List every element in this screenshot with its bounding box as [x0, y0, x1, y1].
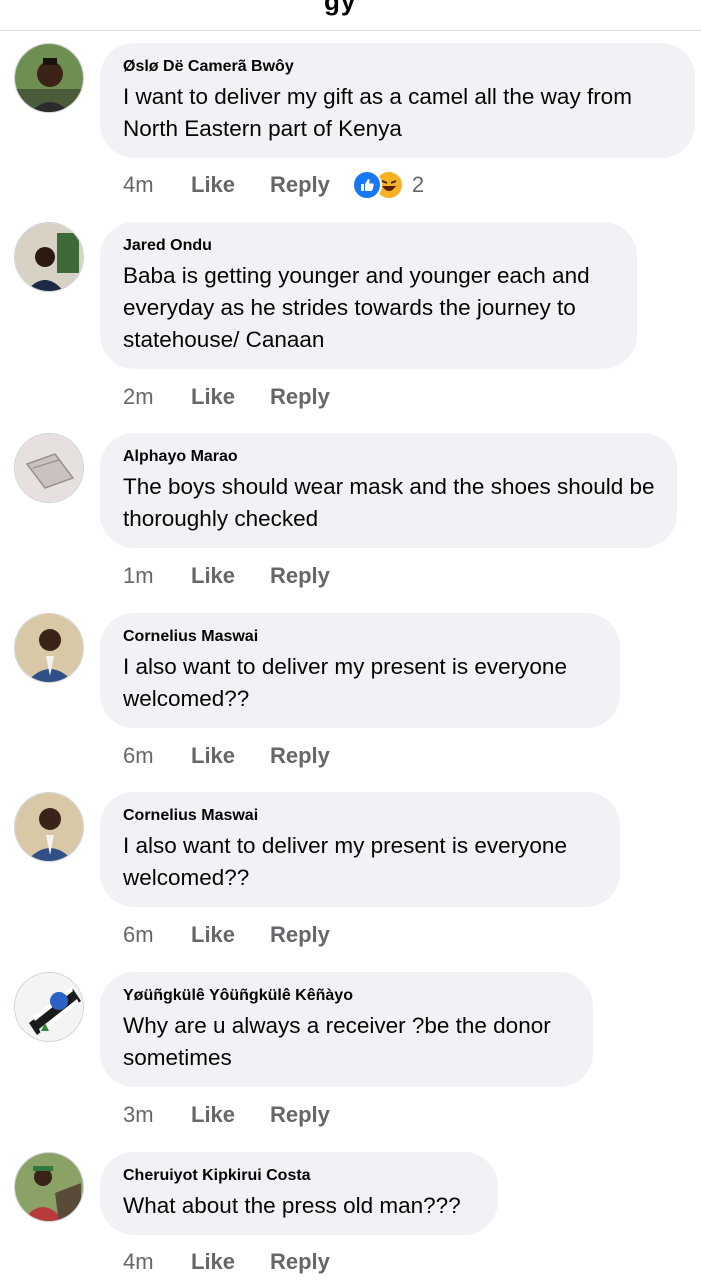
comment-author[interactable]: Cornelius Maswai	[123, 627, 598, 647]
comment-author[interactable]: Alphayo Marao	[123, 447, 655, 467]
comment-author[interactable]: Jared Ondu	[123, 236, 615, 256]
comment-time[interactable]: 2m	[123, 384, 191, 410]
comment-text: The boys should wear mask and the shoes …	[123, 474, 655, 531]
reaction-count: 2	[411, 172, 425, 197]
comment-text: Why are u always a receiver ?be the dono…	[123, 1013, 551, 1070]
comment-time[interactable]: 1m	[123, 563, 191, 589]
reply-button[interactable]: Reply	[270, 384, 330, 410]
reply-button[interactable]: Reply	[270, 1249, 330, 1275]
comment-time[interactable]: 4m	[123, 1249, 191, 1275]
comment-time[interactable]: 4m	[123, 172, 191, 198]
avatar[interactable]	[14, 222, 84, 292]
avatar[interactable]	[14, 792, 84, 862]
comment-time[interactable]: 3m	[123, 1102, 191, 1128]
like-button[interactable]: Like	[191, 563, 270, 589]
comment-time[interactable]: 6m	[123, 743, 191, 769]
like-button[interactable]: Like	[191, 172, 270, 198]
comment-text: I want to deliver my gift as a camel all…	[123, 84, 632, 141]
comment-actions: 6m Like Reply	[123, 920, 330, 950]
avatar[interactable]	[14, 613, 84, 683]
like-button[interactable]: Like	[191, 922, 270, 948]
reply-button[interactable]: Reply	[270, 563, 330, 589]
avatar[interactable]	[14, 43, 84, 113]
page-title-partial: gy	[324, 0, 357, 16]
comment-bubble: Øslø Dë Camerã Bwôy I want to deliver my…	[100, 43, 695, 158]
like-button[interactable]: Like	[191, 1102, 270, 1128]
avatar[interactable]	[14, 972, 84, 1042]
comment-bubble: Jared Ondu Baba is getting younger and y…	[100, 222, 637, 369]
avatar[interactable]	[14, 1152, 84, 1222]
reply-button[interactable]: Reply	[270, 1102, 330, 1128]
like-button[interactable]: Like	[191, 1249, 270, 1275]
comment-author[interactable]: Cornelius Maswai	[123, 806, 598, 826]
comment-bubble: Yøüñgkülê Yôüñgkülê Kêñàyo Why are u alw…	[100, 972, 593, 1087]
like-button[interactable]: Like	[191, 384, 270, 410]
comment-text: Baba is getting younger and younger each…	[123, 263, 590, 352]
avatar[interactable]	[14, 433, 84, 503]
comment-bubble: Cornelius Maswai I also want to deliver …	[100, 792, 620, 907]
comment-text: What about the press old man???	[123, 1193, 461, 1218]
comment-author[interactable]: Øslø Dë Camerã Bwôy	[123, 57, 673, 77]
comment-actions: 3m Like Reply	[123, 1100, 330, 1130]
like-button[interactable]: Like	[191, 743, 270, 769]
comment-author[interactable]: Cheruiyot Kipkirui Costa	[123, 1166, 476, 1186]
comment-bubble: Alphayo Marao The boys should wear mask …	[100, 433, 677, 548]
comment-time[interactable]: 6m	[123, 922, 191, 948]
like-icon	[351, 170, 382, 200]
comment-actions: 6m Like Reply	[123, 741, 330, 771]
comment-actions: 1m Like Reply	[123, 561, 330, 591]
comment-text: I also want to deliver my present is eve…	[123, 833, 567, 890]
comment-actions: 2m Like Reply	[123, 382, 330, 412]
comment-actions: 4m Like Reply 2	[123, 170, 424, 200]
comment-bubble: Cornelius Maswai I also want to deliver …	[100, 613, 620, 728]
comment-text: I also want to deliver my present is eve…	[123, 654, 567, 711]
comment-author[interactable]: Yøüñgkülê Yôüñgkülê Kêñàyo	[123, 986, 571, 1006]
top-bar: gy	[0, 0, 701, 31]
comment-bubble: Cheruiyot Kipkirui Costa What about the …	[100, 1152, 498, 1235]
reaction-summary[interactable]: 2	[351, 170, 425, 200]
reply-button[interactable]: Reply	[270, 172, 330, 198]
comment-actions: 4m Like Reply	[123, 1247, 330, 1277]
reply-button[interactable]: Reply	[270, 922, 330, 948]
reply-button[interactable]: Reply	[270, 743, 330, 769]
